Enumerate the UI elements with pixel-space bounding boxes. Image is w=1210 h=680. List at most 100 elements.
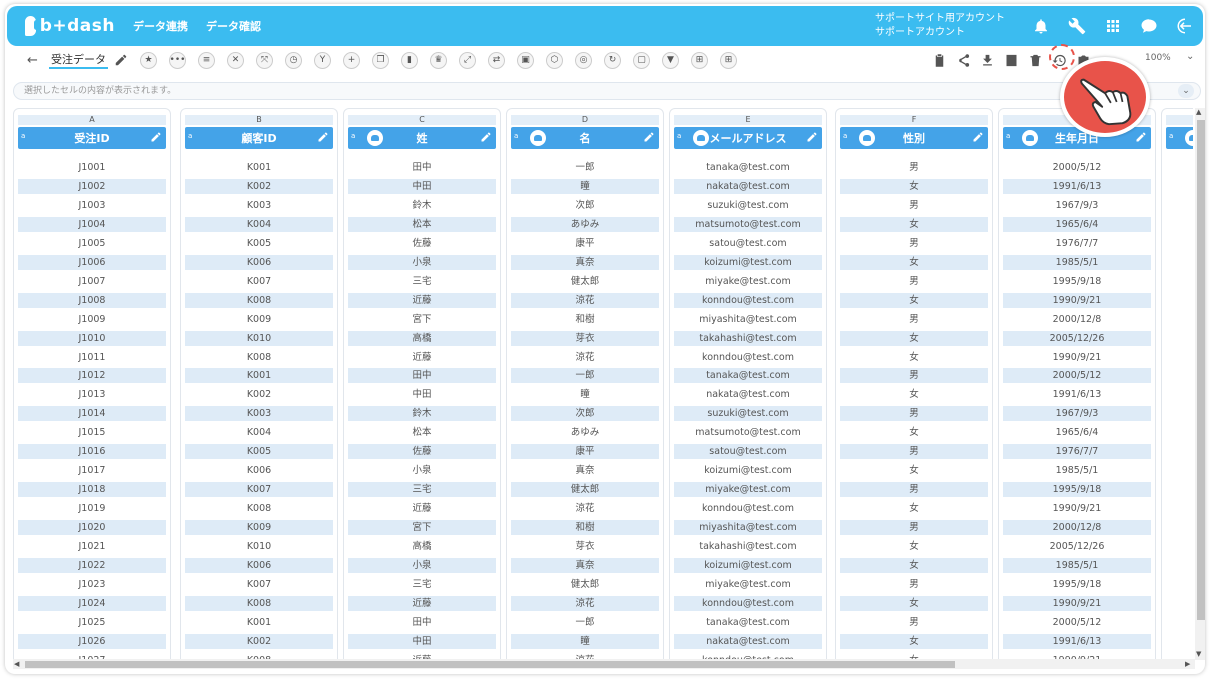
table-cell[interactable]: 男 — [840, 274, 988, 289]
table-cell[interactable]: 男 — [840, 236, 988, 251]
grid-apps-icon[interactable] — [1104, 17, 1122, 35]
table-cell[interactable]: 1990/9/21 — [1003, 350, 1151, 365]
table-cell[interactable]: 1967/9/3 — [1003, 406, 1151, 422]
table-cell[interactable]: konndou@test.com — [674, 595, 822, 611]
crown-icon[interactable]: ♛ — [430, 51, 447, 69]
column-letter[interactable]: F — [840, 115, 988, 125]
table-cell[interactable]: 近藤 — [348, 501, 496, 516]
table-cell[interactable]: 男 — [840, 406, 988, 422]
table-cell[interactable]: 涼花 — [511, 292, 659, 308]
table-cell[interactable]: J1014 — [18, 406, 166, 422]
edit-column-icon[interactable] — [150, 131, 162, 143]
table-cell[interactable]: 男 — [840, 444, 988, 460]
table-cell[interactable]: J1013 — [18, 387, 166, 402]
table-cell[interactable]: 和樹 — [511, 312, 659, 327]
table-cell[interactable]: 1995/9/18 — [1003, 482, 1151, 498]
table-cell[interactable]: 男 — [840, 160, 988, 175]
table-cell[interactable]: 女 — [840, 425, 988, 440]
document-icon[interactable] — [1003, 52, 1019, 68]
table-cell[interactable]: matsumoto@test.com — [674, 425, 822, 440]
table-cell[interactable]: koizumi@test.com — [674, 463, 822, 478]
table-cell[interactable]: takahashi@test.com — [674, 539, 822, 554]
table-cell[interactable]: K008 — [185, 501, 333, 516]
table-cell[interactable]: 1985/5/1 — [1003, 254, 1151, 270]
table-cell[interactable]: K008 — [185, 595, 333, 611]
table-cell[interactable]: 康平 — [511, 236, 659, 251]
table-cell[interactable]: 一郎 — [511, 160, 659, 175]
scroll-right-icon[interactable]: ▶ — [1185, 660, 1190, 668]
table-cell[interactable]: 小泉 — [348, 254, 496, 270]
table-cell[interactable]: J1015 — [18, 425, 166, 440]
table-cell[interactable]: K001 — [185, 615, 333, 630]
table-cell[interactable]: 女 — [840, 330, 988, 346]
nav-data-check[interactable]: データ確認 — [206, 18, 261, 34]
lock-icon[interactable]: ▣ — [517, 51, 534, 69]
table-cell[interactable]: 女 — [840, 557, 988, 573]
table-cell[interactable]: 芽衣 — [511, 539, 659, 554]
table-cell[interactable]: 1990/9/21 — [1003, 292, 1151, 308]
tools-icon[interactable]: ✕ — [227, 51, 244, 69]
table-cell[interactable]: K007 — [185, 274, 333, 289]
edit-column-icon[interactable] — [643, 131, 655, 143]
table-cell[interactable]: K005 — [185, 236, 333, 251]
more-icon[interactable]: ••• — [169, 51, 186, 69]
table-cell[interactable]: 男 — [840, 312, 988, 327]
table-cell[interactable]: K009 — [185, 312, 333, 327]
table-cell[interactable]: 宮下 — [348, 520, 496, 536]
table-cell[interactable]: J1009 — [18, 312, 166, 327]
table-cell[interactable]: 1995/9/18 — [1003, 274, 1151, 289]
table-cell[interactable]: 女 — [840, 595, 988, 611]
column-header[interactable]: a 顧客ID — [185, 127, 333, 149]
table-cell[interactable]: 2000/12/8 — [1003, 312, 1151, 327]
logout-icon[interactable] — [1176, 17, 1194, 35]
table-cell[interactable]: 康平 — [511, 444, 659, 460]
table-cell[interactable]: J1021 — [18, 539, 166, 554]
cell-content-bar[interactable]: 選択したセルの内容が表示されます。 ⌄ — [13, 82, 1201, 100]
table-cell[interactable]: matsumoto@test.com — [674, 216, 822, 232]
table-cell[interactable]: nakata@test.com — [674, 178, 822, 194]
table-cell[interactable]: miyashita@test.com — [674, 520, 822, 536]
table-cell[interactable]: 真奈 — [511, 254, 659, 270]
table-cell[interactable]: K006 — [185, 463, 333, 478]
column-header[interactable]: a姓 — [348, 127, 496, 149]
table-cell[interactable]: 男 — [840, 368, 988, 384]
table-cell[interactable]: 健太郎 — [511, 274, 659, 289]
table-cell[interactable]: 2000/5/12 — [1003, 615, 1151, 630]
trash-icon[interactable]: ▮ — [401, 51, 418, 69]
table-cell[interactable]: K006 — [185, 254, 333, 270]
table-cell[interactable]: suzuki@test.com — [674, 406, 822, 422]
table-cell[interactable]: 1967/9/3 — [1003, 198, 1151, 213]
table-cell[interactable]: koizumi@test.com — [674, 254, 822, 270]
table-cell[interactable]: K008 — [185, 350, 333, 365]
edit-column-icon[interactable] — [806, 131, 818, 143]
scroll-left-icon[interactable]: ◀ — [14, 660, 19, 668]
plus-icon[interactable]: + — [343, 51, 360, 69]
table-cell[interactable]: 1991/6/13 — [1003, 633, 1151, 649]
table-cell[interactable]: K007 — [185, 577, 333, 592]
table-cell[interactable]: 健太郎 — [511, 577, 659, 592]
table-cell[interactable]: 次郎 — [511, 198, 659, 213]
table-cell[interactable]: 1995/9/18 — [1003, 577, 1151, 592]
table-cell[interactable]: konndou@test.com — [674, 350, 822, 365]
table-cell[interactable]: 中田 — [348, 178, 496, 194]
download-icon[interactable] — [979, 52, 995, 68]
column-header[interactable]: a 性別 — [840, 127, 988, 149]
horizontal-scrollbar[interactable] — [13, 659, 1195, 669]
table-cell[interactable]: J1019 — [18, 501, 166, 516]
table-cell[interactable]: J1003 — [18, 198, 166, 213]
table-cell[interactable]: 1976/7/7 — [1003, 444, 1151, 460]
table-cell[interactable]: suzuki@test.com — [674, 198, 822, 213]
bag-icon[interactable]: ⬡ — [546, 51, 563, 69]
edit-column-icon[interactable] — [480, 131, 492, 143]
refresh-icon[interactable]: ↻ — [604, 51, 621, 69]
table-cell[interactable]: 小泉 — [348, 463, 496, 478]
table-cell[interactable]: 鈴木 — [348, 406, 496, 422]
table-cell[interactable]: 松本 — [348, 216, 496, 232]
branch-icon[interactable]: Y — [314, 51, 331, 69]
share-icon[interactable] — [955, 52, 971, 68]
delete-icon[interactable] — [1027, 52, 1043, 68]
table-cell[interactable]: miyake@test.com — [674, 577, 822, 592]
filter-icon[interactable]: ▼ — [662, 51, 679, 69]
column-header[interactable]: a — [1166, 127, 1193, 149]
table-cell[interactable]: 2005/12/26 — [1003, 330, 1151, 346]
